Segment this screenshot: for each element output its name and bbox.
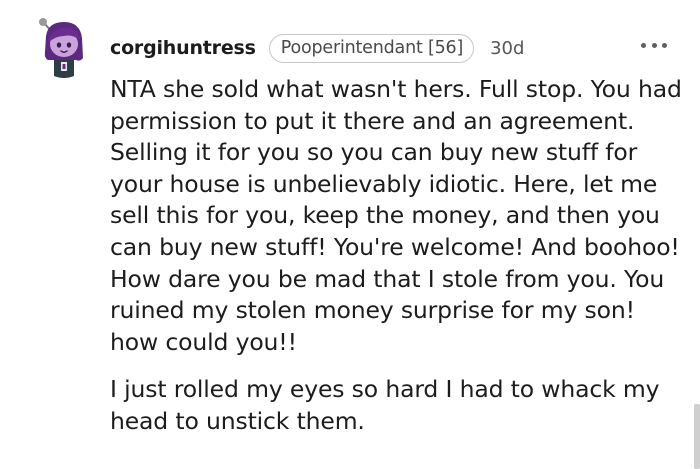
comment-paragraph: NTA she sold what wasn't hers. Full stop… [110,75,682,356]
avatar[interactable] [36,14,88,80]
comment-timestamp[interactable]: 30d [490,38,524,59]
more-horizontal-icon [662,42,667,48]
more-horizontal-icon [651,42,657,48]
comment-paragraph: I just rolled my eyes so hard I had to w… [110,375,660,435]
comment-body: NTA she sold what wasn't hers. Full stop… [110,74,685,438]
more-options-button[interactable] [641,38,667,52]
username-link[interactable]: corgihuntress [110,37,256,59]
comment: corgihuntress Pooperintendant [56] 30d N… [0,0,700,469]
more-horizontal-icon [641,42,646,48]
user-flair: Pooperintendant [56] [268,33,475,63]
scrollbar[interactable] [694,404,700,469]
comment-header: corgihuntress Pooperintendant [56] 30d [110,30,524,66]
